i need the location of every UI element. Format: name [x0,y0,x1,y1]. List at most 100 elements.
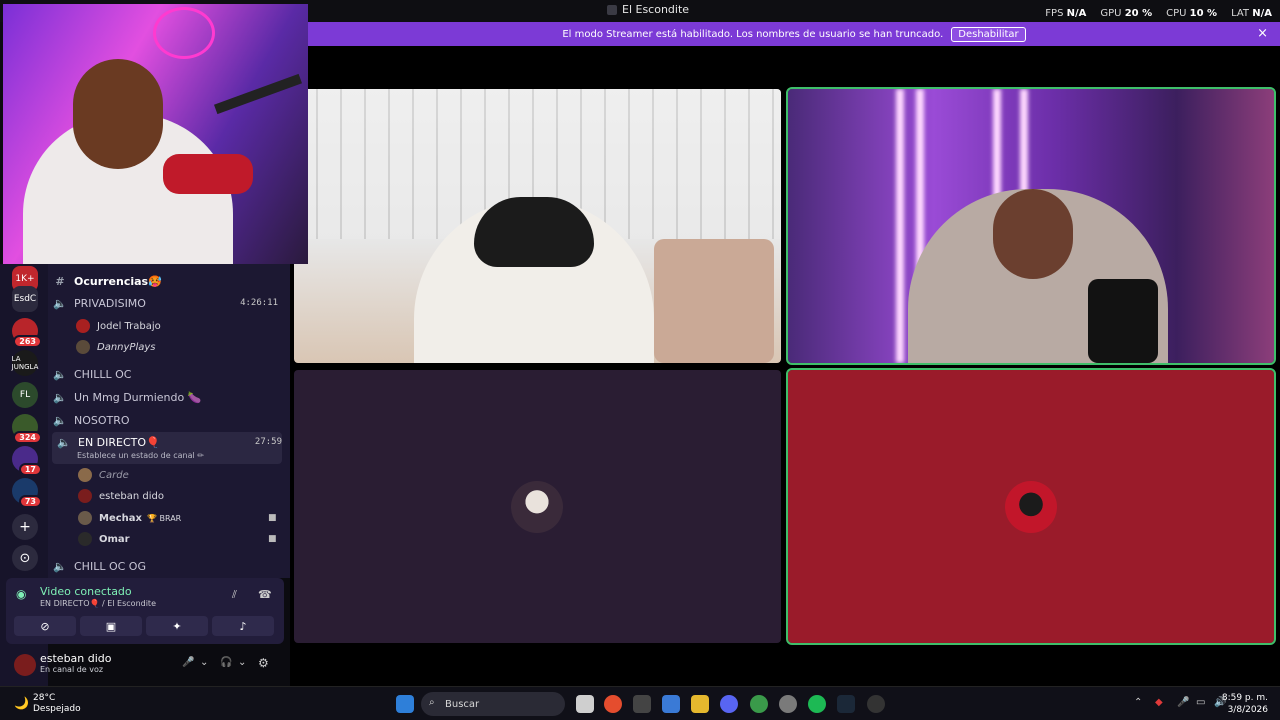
avatar[interactable] [14,654,36,676]
search-icon: ⌕ [429,697,435,708]
server-icon[interactable]: FL [12,382,38,408]
video-tile-3[interactable] [294,370,781,643]
participant-avatar [1005,481,1057,533]
chrome-icon[interactable] [604,695,622,713]
user-tag: 🏆 BRAR [146,513,182,523]
discover-button[interactable]: ⊙ [12,545,38,571]
speaker-icon: 🔈 [53,559,67,573]
disable-streamer-button[interactable]: Deshabilitar [951,26,1026,42]
voice-user[interactable]: Jodel Trabajo [76,317,161,335]
signal-icon[interactable]: ◉ [16,587,26,601]
chevron-up-icon[interactable]: ⌃ [1134,697,1142,708]
server-icon[interactable]: 324 [12,414,42,444]
close-banner-icon[interactable]: × [1257,26,1268,41]
channel-timer: 4:26:11 [240,298,278,308]
windows-start-icon[interactable] [396,695,414,713]
performance-overlay: FPS N/A GPU 20 % CPU 10 % LAT N/A [1045,8,1272,19]
server-icon[interactable]: LA JUNGLA [12,350,38,376]
share-screen-button[interactable]: ▣ [80,616,142,636]
voice-user[interactable]: Omar ■ [78,530,278,548]
steam-icon[interactable] [837,695,855,713]
streamer-mode-banner: El modo Streamer está habilitado. Los no… [308,22,1280,46]
voice-channel-chilll-oc[interactable]: 🔈 CHILLL OC [52,364,286,384]
avatar [78,532,92,546]
microphone-icon[interactable]: 🎤 [1177,697,1189,708]
tray-app-icon[interactable]: ◆ [1155,697,1163,708]
app-icon[interactable] [633,695,651,713]
fps-stat: FPS N/A [1045,8,1087,19]
window-title: El Escondite [622,3,690,16]
mic-arm [214,73,302,115]
camera-icon: ■ [268,513,277,523]
voice-channel-en-directo[interactable]: 🔈 EN DIRECTO🎈 27:59 [56,432,290,452]
neon-logo [153,7,215,59]
video-tile-2[interactable] [786,87,1276,365]
chevron-down-icon[interactable]: ⌄ [238,657,246,668]
voice-channel-un-mmg[interactable]: 🔈 Un Mmg Durmiendo 🍆 [52,387,286,407]
streamer-webcam [3,4,308,264]
voice-channel-chill-oc-og[interactable]: 🔈 CHILL OC OG [52,556,286,576]
video-tile-4[interactable] [786,368,1276,645]
settings-icon[interactable] [779,695,797,713]
add-server-button[interactable]: + [12,514,38,540]
server-icon[interactable]: 17 [12,446,42,476]
activities-button[interactable]: ✦ [146,616,208,636]
voice-channel-nosotro[interactable]: 🔈 NOSOTRO [52,410,286,430]
video-tile-1[interactable] [294,89,781,363]
avatar [76,340,90,354]
hashtag-icon: # [55,274,65,288]
taskbar-search[interactable]: ⌕ Buscar [421,692,565,716]
voice-user[interactable]: Mechax 🏆 BRAR ■ [78,509,278,527]
noise-suppression-icon[interactable]: ⫽ [232,588,237,602]
avatar [78,468,92,482]
server-icon[interactable]: EsdC [12,286,38,312]
channel-status[interactable]: Establece un estado de canal ✏ [77,451,204,460]
active-voice-channel[interactable]: 🔈 EN DIRECTO🎈 27:59 Establece un estado … [52,432,282,464]
gpu-stat: GPU 20 % [1100,8,1153,19]
speaker-icon: 🔈 [53,367,67,381]
settings-gear-icon[interactable]: ⚙ [258,656,269,670]
voice-channel-privadisimo[interactable]: 🔈 PRIVADISIMO 4:26:11 [52,293,286,313]
banner-text: El modo Streamer está habilitado. Los no… [562,28,944,40]
microphone [1088,279,1158,363]
voice-user[interactable]: Carde [78,466,129,484]
microphone-icon[interactable]: 🎤 [182,657,194,668]
spotify-icon[interactable] [808,695,826,713]
task-view-icon[interactable] [576,695,594,713]
cpu-stat: CPU 10 % [1166,8,1218,19]
server-icon[interactable]: 73 [12,478,42,508]
user-panel: esteban dido En canal de voz 🎤 ⌄ 🎧 ⌄ ⚙ [6,648,284,682]
camera-off-button[interactable]: ⊘ [14,616,76,636]
voice-connection-panel: ◉ Video conectado EN DIRECTO🎈 / El Escon… [6,578,284,644]
channel-timer: 27:59 [254,437,282,447]
speaker-icon: 🔈 [57,435,71,449]
avatar [76,319,90,333]
photos-icon[interactable] [662,695,680,713]
participant-hair [474,197,594,267]
weather-widget[interactable]: 28°C Despejado [33,693,81,715]
weather-icon: 🌙 [14,696,29,710]
avatar [78,511,92,525]
soundboard-button[interactable]: ♪ [212,616,274,636]
lat-stat: LAT N/A [1231,8,1272,19]
app-icon[interactable] [867,695,885,713]
headphones-icon[interactable]: 🎧 [220,657,232,668]
camera-icon: ■ [268,534,277,544]
system-clock[interactable]: 8:59 p. m. 3/8/2026 [1222,692,1268,716]
voice-user[interactable]: esteban dido [78,487,164,505]
disconnect-icon[interactable]: ☎ [258,588,272,601]
file-explorer-icon[interactable] [691,695,709,713]
channel-ocurrencias[interactable]: # Ocurrencias🥵 [52,271,286,291]
chevron-down-icon[interactable]: ⌄ [200,657,208,668]
bed-background [654,239,774,363]
connection-channel[interactable]: EN DIRECTO🎈 / El Escondite [40,599,156,608]
connection-status: Video conectado [40,585,132,598]
participant-avatar [511,481,563,533]
server-icon[interactable]: 263 [12,318,42,348]
network-icon[interactable]: ▭ [1196,697,1205,708]
discord-icon[interactable] [720,695,738,713]
voice-user[interactable]: DannyPlays [76,338,156,356]
chrome-profile-icon[interactable] [750,695,768,713]
avatar [78,489,92,503]
speaker-icon: 🔈 [53,413,67,427]
